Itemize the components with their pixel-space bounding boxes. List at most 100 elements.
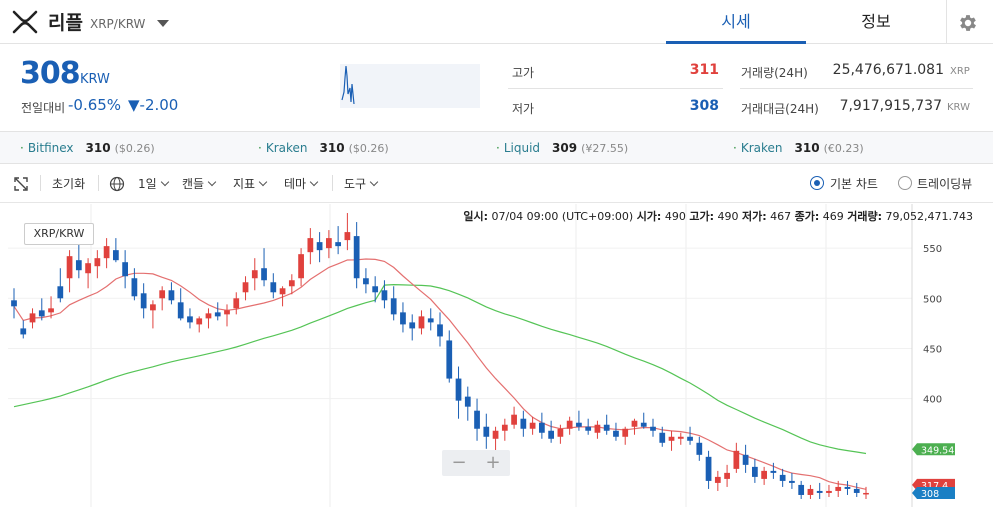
basic-chart-radio[interactable] [810,176,824,190]
candle-body [798,484,805,495]
candle-body [650,426,656,431]
price-unit: KRW [80,72,110,87]
chart-toolbar: 초기화 1일 캔들 지표 테마 도구 기본 차트 트레이딩뷰 [0,165,993,203]
candle-body [11,300,17,307]
chevron-down-icon [207,177,217,187]
tab-quote[interactable]: 시세 [666,0,806,44]
top-bar: 리플 XRP/KRW 시세 정보 [0,0,993,44]
dot-icon: · [20,141,24,155]
candle-body [335,242,342,247]
high-label: 고가 [512,66,535,80]
candle-body [131,278,138,297]
candle-body [122,262,129,277]
coin-select-caret-icon[interactable] [157,20,169,27]
price-marker-label: 308 [921,489,939,500]
exchange-item[interactable]: · Liquid 309 (¥27.55) [496,132,628,164]
y-tick-label: 500 [923,294,942,305]
exchange-name: Bitfinex [27,141,74,155]
candle-body [75,260,82,271]
candle-dropdown[interactable]: 캔들 [182,175,217,192]
candle-body [835,486,842,491]
expand-icon[interactable] [14,177,28,191]
candle-body [344,232,351,241]
candle-body [548,430,555,439]
trading-view-label[interactable]: 트레이딩뷰 [917,175,972,192]
candle-body [57,286,64,299]
tools-label: 도구 [344,177,367,191]
candle-body [714,476,721,483]
exchange-price: 309 [552,141,578,155]
candle-body [242,282,249,293]
low-label: 저가: [741,210,767,223]
candle-body [20,328,27,335]
candle-body [631,420,638,427]
exchange-name: Kraken [265,141,308,155]
indicator-dropdown[interactable]: 지표 [233,175,268,192]
trading-view-radio[interactable] [898,176,912,190]
candle-body [94,258,101,267]
exchange-price: 310 [319,141,345,155]
candle-body [464,396,471,407]
dot-icon: · [496,141,500,155]
zoom-in-button[interactable]: + [478,452,508,474]
high-value: 311 [689,62,719,78]
candle-body [677,436,684,439]
exchange-item[interactable]: · Bitfinex 310 ($0.26) [20,132,155,164]
chevron-down-icon [160,177,169,187]
zoom-out-button[interactable]: − [444,452,474,474]
candle-body [816,490,823,493]
exchange-item[interactable]: · Kraken 310 (€0.23) [733,132,864,164]
theme-dropdown[interactable]: 테마 [284,175,319,192]
close-label: 종가: [794,210,820,223]
low-value: 308 [689,98,719,114]
candle-body [761,470,768,479]
indicator-label: 지표 [233,177,256,191]
tools-dropdown[interactable]: 도구 [344,175,379,192]
y-tick-label: 550 [923,244,942,255]
candle-body [224,310,230,315]
candle-body [316,242,323,251]
globe-icon[interactable] [109,176,125,192]
y-tick-label: 400 [923,395,942,406]
candle-body [455,378,462,401]
exchange-price: 310 [794,141,820,155]
interval-dropdown[interactable]: 1일 [138,175,169,192]
candle-body [566,420,573,429]
candle-body [140,293,147,309]
candle-body [177,302,184,319]
stats-divider [740,88,973,89]
candle-body [298,254,304,279]
candle-body [501,424,508,431]
candle-body [103,246,110,259]
candle-body [826,490,832,493]
basic-chart-label[interactable]: 기본 차트 [830,175,878,192]
reset-button[interactable]: 초기화 [52,175,85,192]
y-tick-label: 450 [923,344,942,355]
candle-body [474,410,480,429]
dot-icon: · [258,141,262,155]
coin-name: 리플 [48,12,83,34]
candle-body [288,280,295,287]
candle-body [483,426,490,437]
candle-body [779,474,786,481]
high-value: 490 [717,210,739,223]
candle-label: 캔들 [182,177,205,191]
price-chart-area[interactable]: 550 500 450 400 349.54 317.4 308 일시: 07/04 09:… [0,204,993,507]
candle-body [603,424,610,431]
candle-body [446,340,453,379]
candle-body [492,430,499,439]
candle-body [372,286,379,293]
candle-body [557,428,564,437]
amount-value: 7,917,915,737 [839,98,942,114]
candle-body [668,436,675,441]
candle-body [529,422,536,429]
tab-info[interactable]: 정보 [806,0,946,44]
candle-body [770,470,777,473]
exchange-item[interactable]: · Kraken 310 ($0.26) [258,132,389,164]
candle-body [594,424,601,433]
toolbar-divider [98,175,99,191]
candle-body [853,488,860,493]
candle-body [863,492,869,495]
ohlc-info-line: 일시: 07/04 09:00 (UTC+09:00) 시가: 490 고가: … [463,208,973,224]
gear-icon[interactable] [957,12,979,34]
